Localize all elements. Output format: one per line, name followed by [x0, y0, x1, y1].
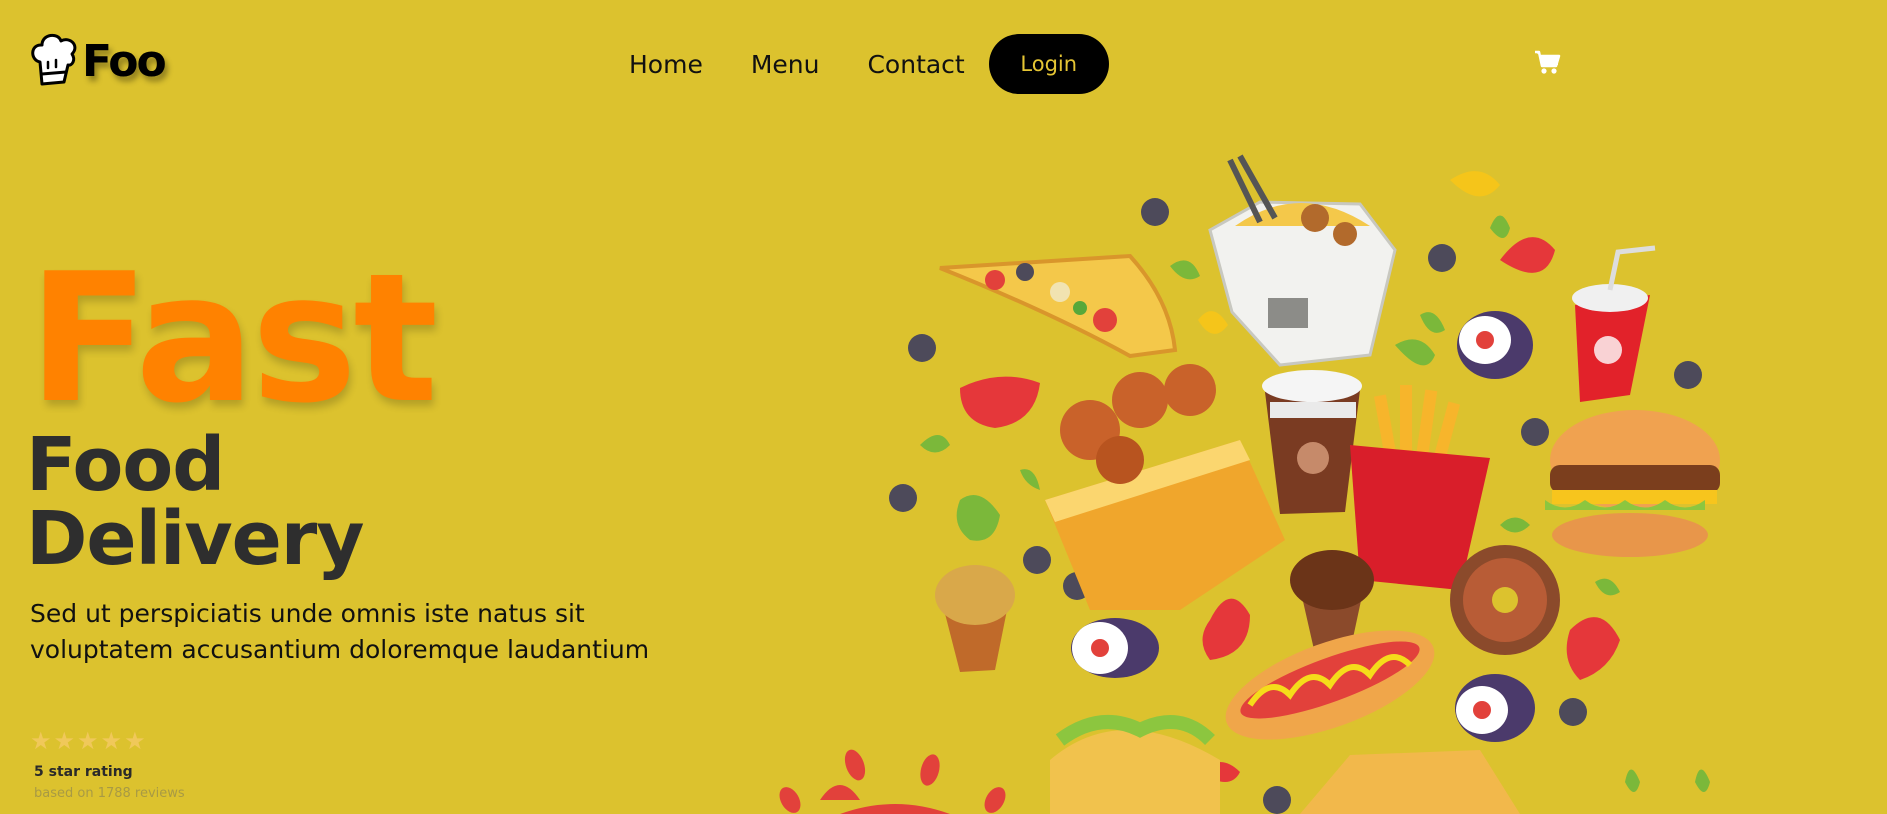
hero-description: Sed ut perspiciatis unde omnis iste natu…: [30, 599, 650, 664]
star-icon: ★: [100, 727, 123, 755]
chef-hat-icon: [28, 32, 80, 90]
hero-title-food: Food: [26, 422, 225, 508]
rating-block: ★ ★ ★ ★ ★ 5 star rating based on 1788 re…: [30, 728, 185, 801]
star-icon: ★: [124, 727, 146, 755]
login-button[interactable]: Login: [988, 34, 1109, 94]
food-illustration: [760, 140, 1760, 814]
nav-menu-link[interactable]: Menu: [751, 50, 820, 79]
star-icon: ★: [77, 727, 99, 755]
hero-title-delivery: Delivery: [26, 496, 365, 582]
brand-logo[interactable]: Foo: [28, 32, 167, 90]
rating-reviews: based on 1788 reviews: [34, 786, 185, 801]
star-rating: ★ ★ ★ ★ ★: [30, 728, 185, 754]
star-icon: ★: [53, 727, 76, 755]
main-nav: Home Menu Contact Login: [629, 34, 1109, 94]
rating-label: 5 star rating: [34, 764, 133, 780]
star-icon: ★: [30, 727, 52, 755]
brand-name: Foo: [82, 35, 167, 87]
nav-home-link[interactable]: Home: [629, 50, 703, 79]
nav-contact-link[interactable]: Contact: [867, 50, 964, 79]
site-header: Foo Home Menu Contact Login: [0, 0, 1887, 130]
cart-icon[interactable]: [1533, 48, 1561, 76]
hero-title-fast: Fast: [28, 235, 438, 442]
